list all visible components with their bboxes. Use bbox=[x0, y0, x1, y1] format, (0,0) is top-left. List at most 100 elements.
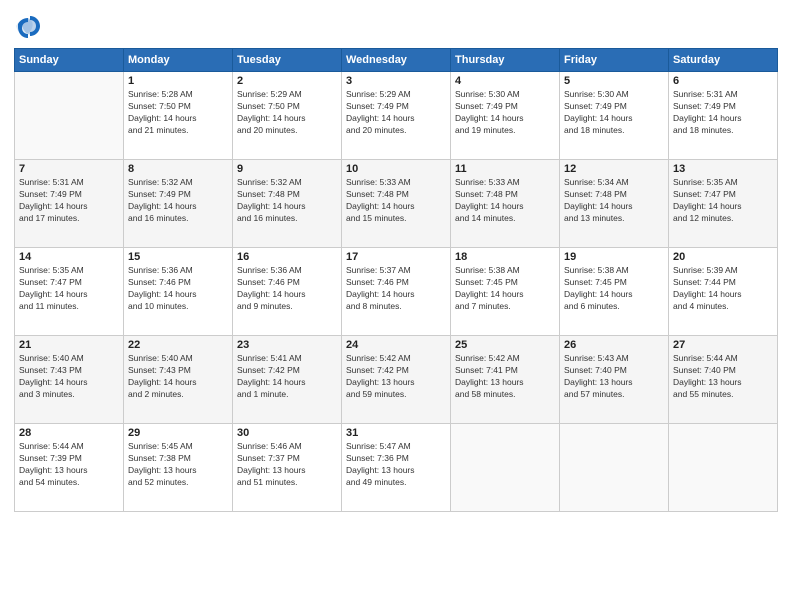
day-info: Sunrise: 5:30 AMSunset: 7:49 PMDaylight:… bbox=[564, 89, 664, 137]
calendar-cell: 10 Sunrise: 5:33 AMSunset: 7:48 PMDayligh… bbox=[342, 160, 451, 248]
calendar-cell: 31 Sunrise: 5:47 AMSunset: 7:36 PMDayligh… bbox=[342, 424, 451, 512]
day-number: 24 bbox=[346, 339, 446, 351]
col-header-sunday: Sunday bbox=[15, 49, 124, 72]
col-header-thursday: Thursday bbox=[451, 49, 560, 72]
calendar-cell: 29 Sunrise: 5:45 AMSunset: 7:38 PMDayligh… bbox=[124, 424, 233, 512]
day-number: 1 bbox=[128, 75, 228, 87]
day-info: Sunrise: 5:42 AMSunset: 7:41 PMDaylight:… bbox=[455, 353, 555, 401]
calendar-cell: 24 Sunrise: 5:42 AMSunset: 7:42 PMDayligh… bbox=[342, 336, 451, 424]
calendar-cell: 27 Sunrise: 5:44 AMSunset: 7:40 PMDayligh… bbox=[669, 336, 778, 424]
day-number: 7 bbox=[19, 163, 119, 175]
calendar-cell: 4Sunrise: 5:30 AMSunset: 7:49 PMDaylight… bbox=[451, 72, 560, 160]
day-number: 11 bbox=[455, 163, 555, 175]
day-number: 13 bbox=[673, 163, 773, 175]
calendar-cell: 26 Sunrise: 5:43 AMSunset: 7:40 PMDayligh… bbox=[560, 336, 669, 424]
day-number: 31 bbox=[346, 427, 446, 439]
day-number: 26 bbox=[564, 339, 664, 351]
calendar-cell: 20 Sunrise: 5:39 AMSunset: 7:44 PMDayligh… bbox=[669, 248, 778, 336]
day-number: 6 bbox=[673, 75, 773, 87]
day-info: Sunrise: 5:39 AMSunset: 7:44 PMDaylight:… bbox=[673, 265, 773, 313]
calendar-cell: 19 Sunrise: 5:38 AMSunset: 7:45 PMDayligh… bbox=[560, 248, 669, 336]
day-number: 25 bbox=[455, 339, 555, 351]
day-info: Sunrise: 5:45 AMSunset: 7:38 PMDaylight:… bbox=[128, 441, 228, 489]
calendar-cell: 17Sunrise: 5:37 AMSunset: 7:46 PMDayligh… bbox=[342, 248, 451, 336]
day-info: Sunrise: 5:36 AMSunset: 7:46 PMDaylight:… bbox=[237, 265, 337, 313]
day-info: Sunrise: 5:44 AMSunset: 7:39 PMDaylight:… bbox=[19, 441, 119, 489]
day-info: Sunrise: 5:43 AMSunset: 7:40 PMDaylight:… bbox=[564, 353, 664, 401]
day-info: Sunrise: 5:40 AMSunset: 7:43 PMDaylight:… bbox=[19, 353, 119, 401]
calendar-row: 28 Sunrise: 5:44 AMSunset: 7:39 PMDayligh… bbox=[15, 424, 778, 512]
calendar-cell bbox=[451, 424, 560, 512]
calendar-cell: 3 Sunrise: 5:29 AMSunset: 7:49 PMDaylight… bbox=[342, 72, 451, 160]
day-number: 20 bbox=[673, 251, 773, 263]
calendar-cell: 22 Sunrise: 5:40 AMSunset: 7:43 PMDayligh… bbox=[124, 336, 233, 424]
calendar-row: 14 Sunrise: 5:35 AMSunset: 7:47 PMDayligh… bbox=[15, 248, 778, 336]
calendar-cell: 12 Sunrise: 5:34 AMSunset: 7:48 PMDayligh… bbox=[560, 160, 669, 248]
calendar-cell: 8 Sunrise: 5:32 AMSunset: 7:49 PMDaylight… bbox=[124, 160, 233, 248]
day-info: Sunrise: 5:32 AMSunset: 7:49 PMDaylight:… bbox=[128, 177, 228, 225]
day-number: 5 bbox=[564, 75, 664, 87]
day-number: 18 bbox=[455, 251, 555, 263]
calendar-cell: 16 Sunrise: 5:36 AMSunset: 7:46 PMDayligh… bbox=[233, 248, 342, 336]
calendar-cell: 13 Sunrise: 5:35 AMSunset: 7:47 PMDayligh… bbox=[669, 160, 778, 248]
day-info: Sunrise: 5:47 AMSunset: 7:36 PMDaylight:… bbox=[346, 441, 446, 489]
calendar-cell: 2Sunrise: 5:29 AMSunset: 7:50 PMDaylight… bbox=[233, 72, 342, 160]
day-info: Sunrise: 5:44 AMSunset: 7:40 PMDaylight:… bbox=[673, 353, 773, 401]
day-info: Sunrise: 5:42 AMSunset: 7:42 PMDaylight:… bbox=[346, 353, 446, 401]
day-number: 15 bbox=[128, 251, 228, 263]
day-number: 27 bbox=[673, 339, 773, 351]
day-number: 9 bbox=[237, 163, 337, 175]
day-number: 21 bbox=[19, 339, 119, 351]
calendar-cell: 30 Sunrise: 5:46 AMSunset: 7:37 PMDayligh… bbox=[233, 424, 342, 512]
day-number: 23 bbox=[237, 339, 337, 351]
calendar-cell: 15 Sunrise: 5:36 AMSunset: 7:46 PMDayligh… bbox=[124, 248, 233, 336]
day-number: 12 bbox=[564, 163, 664, 175]
calendar-cell: 11 Sunrise: 5:33 AMSunset: 7:48 PMDayligh… bbox=[451, 160, 560, 248]
col-header-saturday: Saturday bbox=[669, 49, 778, 72]
calendar-cell bbox=[15, 72, 124, 160]
day-info: Sunrise: 5:33 AMSunset: 7:48 PMDaylight:… bbox=[346, 177, 446, 225]
day-number: 8 bbox=[128, 163, 228, 175]
calendar-cell: 6 Sunrise: 5:31 AMSunset: 7:49 PMDaylight… bbox=[669, 72, 778, 160]
day-number: 22 bbox=[128, 339, 228, 351]
calendar-cell: 21 Sunrise: 5:40 AMSunset: 7:43 PMDayligh… bbox=[15, 336, 124, 424]
day-number: 30 bbox=[237, 427, 337, 439]
day-info: Sunrise: 5:36 AMSunset: 7:46 PMDaylight:… bbox=[128, 265, 228, 313]
day-info: Sunrise: 5:38 AMSunset: 7:45 PMDaylight:… bbox=[455, 265, 555, 313]
page-container: SundayMondayTuesdayWednesdayThursdayFrid… bbox=[0, 0, 792, 612]
calendar-cell: 5 Sunrise: 5:30 AMSunset: 7:49 PMDaylight… bbox=[560, 72, 669, 160]
day-info: Sunrise: 5:35 AMSunset: 7:47 PMDaylight:… bbox=[19, 265, 119, 313]
day-number: 10 bbox=[346, 163, 446, 175]
day-info: Sunrise: 5:40 AMSunset: 7:43 PMDaylight:… bbox=[128, 353, 228, 401]
day-info: Sunrise: 5:31 AMSunset: 7:49 PMDaylight:… bbox=[673, 89, 773, 137]
header-row: SundayMondayTuesdayWednesdayThursdayFrid… bbox=[15, 49, 778, 72]
day-info: Sunrise: 5:33 AMSunset: 7:48 PMDaylight:… bbox=[455, 177, 555, 225]
day-info: Sunrise: 5:38 AMSunset: 7:45 PMDaylight:… bbox=[564, 265, 664, 313]
calendar-table: SundayMondayTuesdayWednesdayThursdayFrid… bbox=[14, 48, 778, 512]
day-info: Sunrise: 5:28 AMSunset: 7:50 PMDaylight:… bbox=[128, 89, 228, 137]
day-number: 14 bbox=[19, 251, 119, 263]
day-number: 16 bbox=[237, 251, 337, 263]
calendar-row: 7Sunrise: 5:31 AMSunset: 7:49 PMDaylight… bbox=[15, 160, 778, 248]
col-header-monday: Monday bbox=[124, 49, 233, 72]
calendar-cell: 1 Sunrise: 5:28 AMSunset: 7:50 PMDaylight… bbox=[124, 72, 233, 160]
calendar-cell: 14 Sunrise: 5:35 AMSunset: 7:47 PMDayligh… bbox=[15, 248, 124, 336]
day-info: Sunrise: 5:29 AMSunset: 7:50 PMDaylight:… bbox=[237, 89, 337, 137]
day-info: Sunrise: 5:46 AMSunset: 7:37 PMDaylight:… bbox=[237, 441, 337, 489]
day-number: 28 bbox=[19, 427, 119, 439]
col-header-friday: Friday bbox=[560, 49, 669, 72]
calendar-row: 21 Sunrise: 5:40 AMSunset: 7:43 PMDayligh… bbox=[15, 336, 778, 424]
calendar-cell: 18 Sunrise: 5:38 AMSunset: 7:45 PMDayligh… bbox=[451, 248, 560, 336]
day-info: Sunrise: 5:29 AMSunset: 7:49 PMDaylight:… bbox=[346, 89, 446, 137]
day-number: 29 bbox=[128, 427, 228, 439]
day-number: 17 bbox=[346, 251, 446, 263]
day-info: Sunrise: 5:34 AMSunset: 7:48 PMDaylight:… bbox=[564, 177, 664, 225]
col-header-tuesday: Tuesday bbox=[233, 49, 342, 72]
day-info: Sunrise: 5:35 AMSunset: 7:47 PMDaylight:… bbox=[673, 177, 773, 225]
calendar-cell: 7Sunrise: 5:31 AMSunset: 7:49 PMDaylight… bbox=[15, 160, 124, 248]
header bbox=[14, 12, 778, 40]
day-number: 3 bbox=[346, 75, 446, 87]
calendar-cell: 9Sunrise: 5:32 AMSunset: 7:48 PMDaylight… bbox=[233, 160, 342, 248]
calendar-cell bbox=[669, 424, 778, 512]
day-number: 19 bbox=[564, 251, 664, 263]
